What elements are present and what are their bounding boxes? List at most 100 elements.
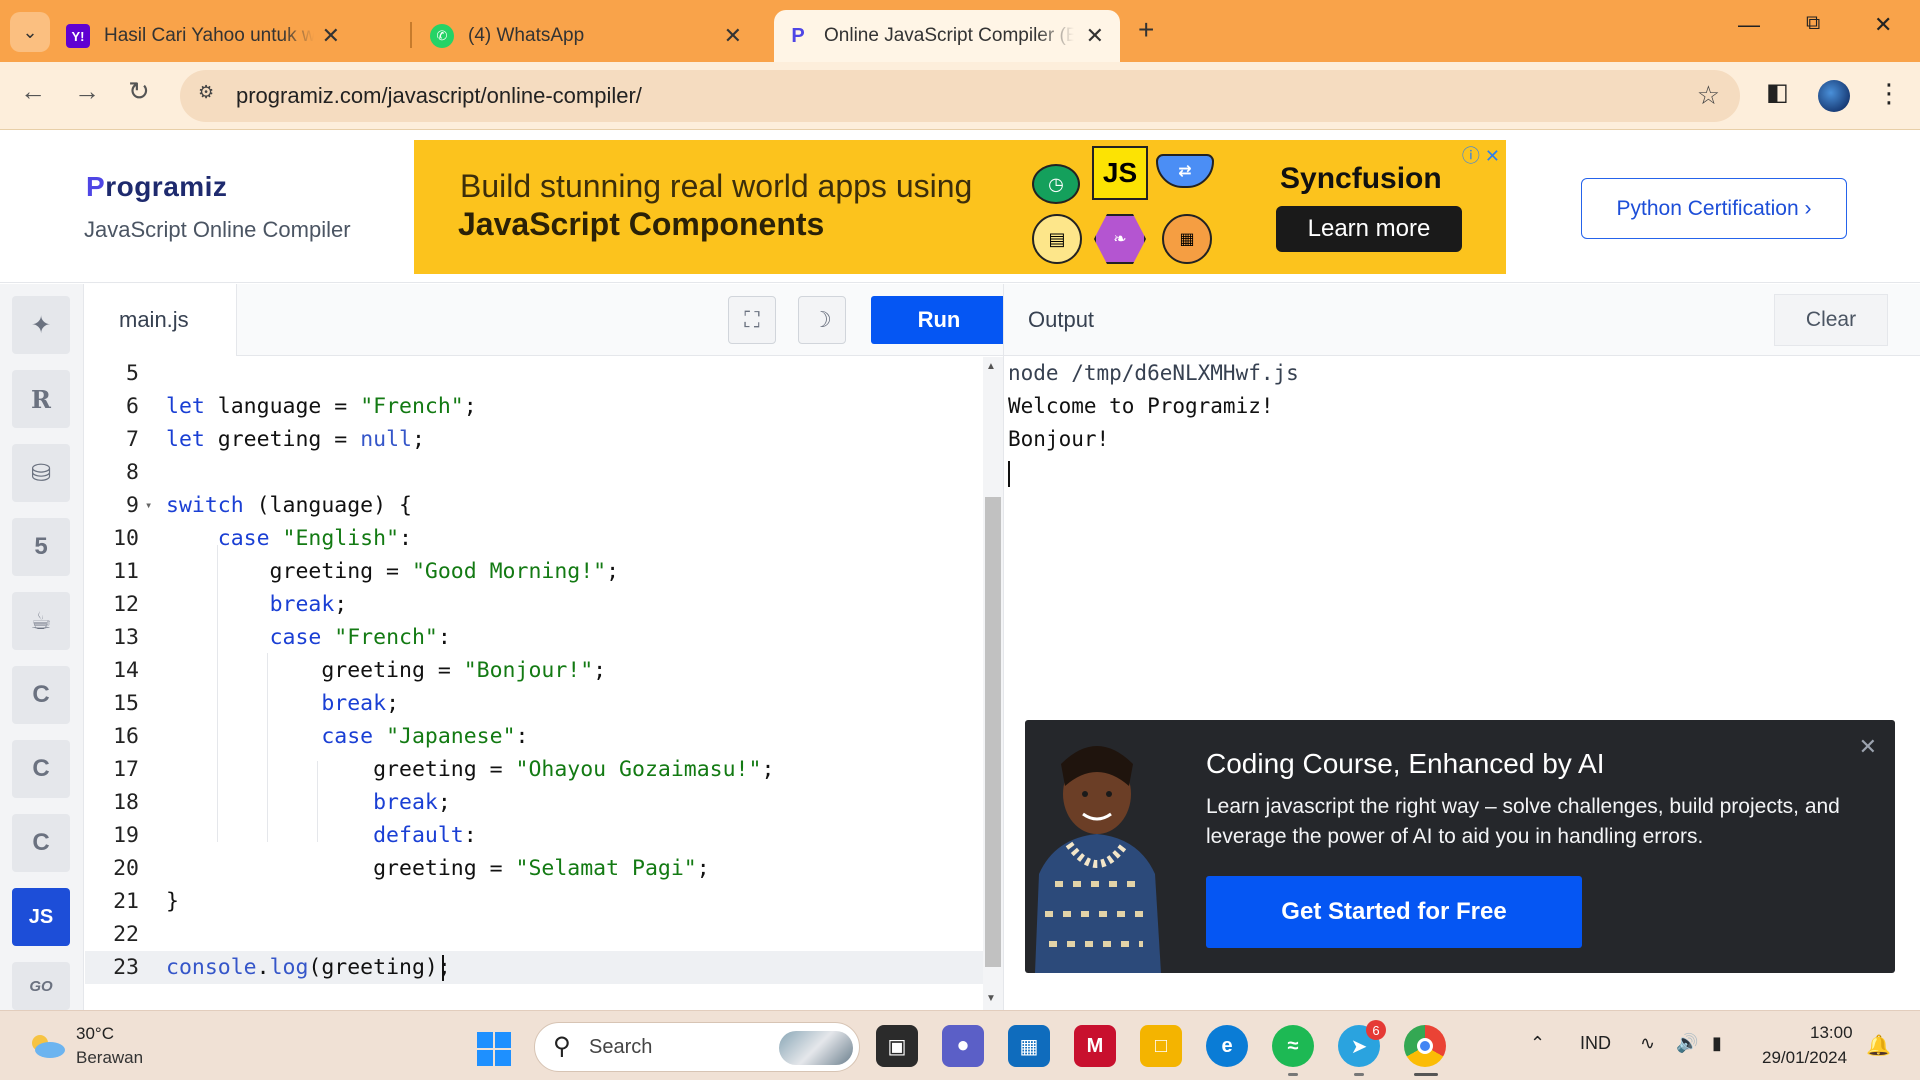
code-text: case "English": — [166, 522, 412, 555]
battery-icon[interactable]: ▮ — [1712, 1033, 1722, 1054]
get-started-button[interactable]: Get Started for Free — [1206, 876, 1582, 948]
edge-icon[interactable]: e — [1206, 1025, 1248, 1067]
minimize-icon[interactable]: — — [1738, 12, 1760, 38]
code-line[interactable]: 12 break; — [85, 588, 983, 621]
weather-description[interactable]: Berawan — [76, 1048, 143, 1068]
run-button[interactable]: Run — [871, 296, 1007, 344]
chrome-icon[interactable] — [1404, 1025, 1446, 1067]
sidebar-item-js[interactable]: JS — [12, 888, 70, 946]
mcafee-icon[interactable]: M — [1074, 1025, 1116, 1067]
code-token: log — [269, 955, 309, 980]
task-view-icon[interactable]: ▣ — [876, 1025, 918, 1067]
code-line[interactable]: 22 — [85, 918, 983, 951]
close-icon[interactable]: ✕ — [322, 23, 340, 49]
wifi-icon[interactable]: ∿ — [1640, 1033, 1655, 1054]
back-icon[interactable]: ← — [20, 76, 46, 107]
code-token: : — [399, 526, 412, 551]
sidebar-item-html[interactable]: 5 — [12, 518, 70, 576]
profile-avatar[interactable] — [1818, 80, 1850, 112]
show-hidden-icons[interactable]: ⌃ — [1530, 1033, 1545, 1054]
sidebar-item-csharp[interactable]: C — [12, 814, 70, 872]
tab-programiz[interactable]: P Online JavaScript Compiler (Editor) ✕ — [774, 10, 1120, 62]
spotify-icon[interactable]: ≈ — [1272, 1025, 1314, 1067]
python-certification-button[interactable]: Python Certification › — [1581, 178, 1847, 239]
code-line[interactable]: 14 greeting = "Bonjour!"; — [85, 654, 983, 687]
code-line[interactable]: 10 case "English": — [85, 522, 983, 555]
close-window-icon[interactable]: ✕ — [1874, 12, 1892, 38]
more-menu-icon[interactable]: ⋮ — [1876, 78, 1902, 109]
tab-yahoo[interactable]: Y! Hasil Cari Yahoo untuk whatsapp ✕ — [66, 10, 354, 62]
editor-scrollbar[interactable]: ▲ ▼ — [983, 357, 1003, 1010]
code-line[interactable]: 18 break; — [85, 786, 983, 819]
code-line[interactable]: 15 break; — [85, 687, 983, 720]
ad-close-icon[interactable]: ⓘ ✕ — [1462, 142, 1500, 168]
file-explorer-icon[interactable]: □ — [1140, 1025, 1182, 1067]
scrollbar-thumb[interactable] — [985, 497, 1001, 967]
fold-arrow-icon[interactable]: ▾ — [145, 489, 152, 522]
ad-js-badge: JS — [1092, 146, 1148, 200]
scroll-down-icon[interactable]: ▼ — [986, 993, 996, 1004]
notification-bell-icon[interactable]: 🔔 — [1866, 1033, 1891, 1058]
clear-button[interactable]: Clear — [1774, 294, 1888, 346]
sidebar-item-cpp[interactable]: C — [12, 740, 70, 798]
sidebar-item-c[interactable]: C — [12, 666, 70, 724]
input-language[interactable]: IND — [1580, 1033, 1611, 1054]
code-token: let — [166, 427, 205, 452]
close-icon[interactable]: ✕ — [1086, 23, 1104, 49]
ad-learn-more-button[interactable]: Learn more — [1276, 206, 1462, 252]
forward-icon[interactable]: → — [74, 76, 100, 107]
code-token: break — [269, 592, 335, 617]
restore-icon[interactable]: ⧉ — [1806, 12, 1820, 35]
code-line[interactable]: 8 — [85, 456, 983, 489]
teams-meet-icon[interactable]: ⚫ — [942, 1025, 984, 1067]
code-token: ; — [386, 691, 400, 716]
weather-temperature[interactable]: 30°C — [76, 1024, 114, 1044]
code-line[interactable]: 17 greeting = "Ohayou Gozaimasu!"; — [85, 753, 983, 786]
microsoft-store-icon[interactable]: ▦ — [1008, 1025, 1050, 1067]
fullscreen-icon[interactable]: ⛶ — [728, 296, 776, 344]
code-line[interactable]: 9 ▾ switch (language) { — [85, 489, 983, 522]
sidebar-item-r[interactable]: R — [12, 370, 70, 428]
sidebar-item-python[interactable]: ✦ — [12, 296, 70, 354]
bookmark-star-icon[interactable]: ☆ — [1697, 80, 1720, 111]
code-editor[interactable]: ————————————— 56let language = "French";… — [85, 357, 983, 1010]
windows-start-icon[interactable] — [477, 1032, 511, 1066]
tab-search-dropdown-icon[interactable]: ⌄ — [10, 12, 50, 52]
code-line[interactable]: 21} — [85, 885, 983, 918]
sidebar-item-go[interactable]: GO — [12, 962, 70, 1010]
sidebar-item-java[interactable]: ☕ — [12, 592, 70, 650]
code-line[interactable]: 13 case "French": — [85, 621, 983, 654]
reload-icon[interactable]: ↻ — [128, 76, 150, 107]
site-info-icon[interactable]: ⚙ — [198, 82, 228, 110]
code-line[interactable]: 11 greeting = "Good Morning!"; — [85, 555, 983, 588]
code-line[interactable]: 6 let language = "French"; — [85, 390, 983, 423]
address-bar[interactable]: ⚙ programiz.com/javascript/online-compil… — [180, 70, 1740, 122]
clock-time[interactable]: 13:00 — [1810, 1023, 1853, 1043]
volume-icon[interactable]: 🔊 — [1676, 1033, 1698, 1054]
sidebar-item-sql[interactable]: ⛁ — [12, 444, 70, 502]
code-line[interactable]: 16 case "Japanese": — [85, 720, 983, 753]
new-tab-icon[interactable]: + — [1138, 14, 1154, 46]
scroll-up-icon[interactable]: ▲ — [986, 361, 996, 372]
code-token: ; — [463, 394, 477, 419]
code-line[interactable]: 23 console.log(greeting); — [85, 951, 983, 984]
code-line[interactable]: 20 greeting = "Selamat Pagi"; — [85, 852, 983, 885]
side-panel-icon[interactable]: ◧ — [1766, 78, 1789, 107]
ad-banner[interactable]: Build stunning real world apps using Jav… — [414, 140, 1506, 274]
close-icon[interactable]: ✕ — [724, 23, 742, 49]
code-token: : — [515, 724, 529, 749]
tab-whatsapp[interactable]: ✆ (4) WhatsApp ✕ — [430, 10, 760, 62]
line-number: 20 — [113, 856, 139, 881]
code-line[interactable]: 19 default: — [85, 819, 983, 852]
clock-date[interactable]: 29/01/2024 — [1762, 1048, 1847, 1068]
url-text[interactable]: programiz.com/javascript/online-compiler… — [236, 83, 642, 109]
close-icon[interactable]: ✕ — [1859, 734, 1877, 760]
code-line[interactable]: 5 — [85, 357, 983, 390]
taskbar-search[interactable]: ⚲ Search — [534, 1022, 860, 1072]
file-tab-main-js[interactable]: main.js — [85, 284, 237, 356]
programiz-logo[interactable]: Programiz — [86, 171, 227, 203]
weather-cloud-icon[interactable] — [28, 1033, 66, 1059]
code-line[interactable]: 7 let greeting = null; — [85, 423, 983, 456]
dark-mode-icon[interactable]: ☽ — [798, 296, 846, 344]
